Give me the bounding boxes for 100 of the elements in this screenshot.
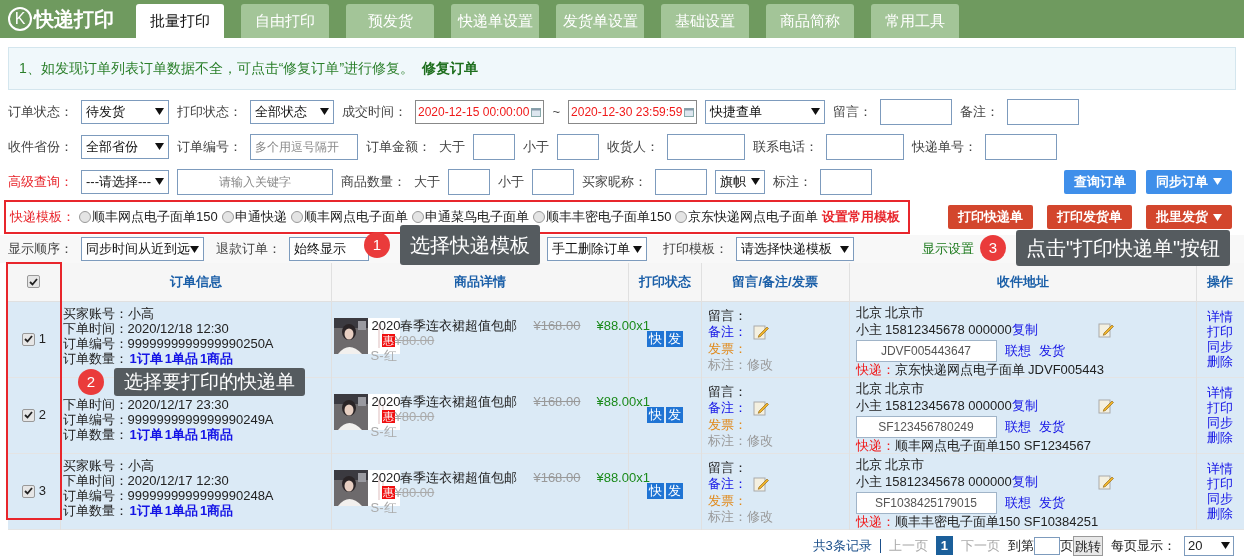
associate-link[interactable]: 联想 bbox=[1004, 343, 1031, 358]
field-label: 备注： bbox=[960, 102, 1000, 121]
action-link[interactable]: 删除 bbox=[1207, 354, 1234, 369]
input-field[interactable] bbox=[880, 98, 953, 125]
input-field[interactable] bbox=[448, 168, 490, 195]
dropdown[interactable]: 待发货 bbox=[81, 99, 169, 124]
ship-link[interactable]: 发货 bbox=[1038, 419, 1065, 434]
input-field[interactable] bbox=[985, 133, 1057, 160]
input-field[interactable] bbox=[473, 133, 515, 160]
input-field[interactable] bbox=[1007, 98, 1080, 125]
input-field[interactable] bbox=[820, 168, 872, 195]
action-button[interactable]: 批里发货 bbox=[1146, 205, 1232, 229]
dropdown[interactable]: 旗帜 bbox=[715, 169, 765, 194]
associate-link[interactable]: 联想 bbox=[1004, 419, 1031, 434]
caret-icon bbox=[633, 245, 642, 253]
edit-icon[interactable] bbox=[752, 399, 769, 416]
radio-button[interactable] bbox=[290, 211, 303, 223]
nav-tab[interactable]: 批量打印 bbox=[136, 4, 224, 38]
radio-button[interactable] bbox=[675, 211, 688, 223]
checkbox[interactable] bbox=[21, 484, 35, 498]
count-link[interactable]: 1订单 bbox=[129, 426, 163, 442]
dropdown[interactable]: ---请选择--- bbox=[81, 169, 169, 194]
print-status-badge: 发 bbox=[665, 407, 683, 423]
edit-icon[interactable] bbox=[1097, 397, 1114, 414]
notice-text: 1、如发现订单列表订单数据不全，可点击“修复订单”进行修复。 bbox=[19, 59, 415, 78]
edit-icon[interactable] bbox=[752, 475, 769, 492]
checkbox[interactable] bbox=[27, 275, 41, 289]
copy-link[interactable]: 复制 bbox=[1011, 398, 1038, 413]
action-link[interactable]: 打印 bbox=[1207, 324, 1234, 339]
template-settings-link[interactable]: 设置常用模板 bbox=[822, 207, 901, 227]
tracking-field[interactable]: SF123456780249 bbox=[855, 415, 997, 438]
count-link[interactable]: 1单品 bbox=[164, 426, 198, 442]
edit-icon[interactable] bbox=[1097, 321, 1114, 338]
tracking-field[interactable]: SF1038425179015 bbox=[855, 491, 997, 514]
caret-icon bbox=[155, 178, 164, 185]
field-label: 订单金额： bbox=[366, 137, 431, 156]
field-label: 快递模板： bbox=[10, 208, 75, 227]
action-link[interactable]: 删除 bbox=[1207, 506, 1234, 521]
count-link[interactable]: 1商品 bbox=[199, 350, 234, 366]
dropdown[interactable]: 始终显示 bbox=[289, 237, 369, 261]
input-field[interactable] bbox=[557, 133, 599, 160]
radio-button[interactable] bbox=[221, 211, 234, 223]
address-text: 小主 15812345678 000000 bbox=[855, 474, 1012, 489]
ship-link[interactable]: 发货 bbox=[1038, 343, 1065, 358]
checkbox[interactable] bbox=[21, 408, 35, 422]
dropdown[interactable]: 全部状态 bbox=[250, 99, 334, 124]
input-field[interactable] bbox=[655, 168, 707, 195]
action-link[interactable]: 详情 bbox=[1207, 385, 1234, 400]
action-link[interactable]: 同步 bbox=[1207, 415, 1234, 430]
order-info-text: 订单数量： bbox=[62, 426, 128, 442]
input-field[interactable] bbox=[532, 168, 574, 195]
express-text: 顺丰丰密电子面单150 SF10384251 bbox=[894, 513, 1099, 529]
date-field[interactable]: 2020-12-15 00:00:00 bbox=[415, 99, 545, 124]
edit-icon[interactable] bbox=[752, 323, 769, 340]
action-link[interactable]: 删除 bbox=[1207, 430, 1234, 445]
count-link[interactable]: 1商品 bbox=[199, 502, 234, 518]
page-number[interactable]: 1 bbox=[935, 535, 953, 556]
action-button[interactable]: 打印发货单 bbox=[1047, 205, 1132, 229]
dropdown[interactable]: 请选择快递模板 bbox=[736, 237, 854, 261]
column-header: 商品详情 bbox=[453, 274, 506, 289]
ship-link[interactable]: 发货 bbox=[1038, 495, 1065, 510]
copy-link[interactable]: 复制 bbox=[1011, 322, 1038, 337]
copy-link[interactable]: 复制 bbox=[1011, 474, 1038, 489]
action-link[interactable]: 同步 bbox=[1207, 339, 1234, 354]
count-link[interactable]: 1订单 bbox=[129, 502, 163, 518]
repair-link[interactable]: 修复订单 bbox=[422, 58, 479, 79]
page-input[interactable] bbox=[1034, 536, 1060, 555]
dropdown[interactable]: 同步时间从近到远 bbox=[81, 237, 204, 261]
display-settings-link[interactable]: 显示设置 bbox=[922, 239, 974, 259]
field-label: 大于 bbox=[414, 172, 440, 191]
count-link[interactable]: 1单品 bbox=[164, 350, 198, 366]
associate-link[interactable]: 联想 bbox=[1004, 495, 1031, 510]
radio-button[interactable] bbox=[532, 211, 545, 223]
action-link[interactable]: 详情 bbox=[1207, 461, 1234, 476]
input-field[interactable]: 多个用逗号隔开 bbox=[250, 133, 358, 160]
input-field[interactable]: 请输入关键字 bbox=[177, 168, 333, 195]
count-link[interactable]: 1商品 bbox=[199, 426, 234, 442]
count-link[interactable]: 1单品 bbox=[164, 502, 198, 518]
action-link[interactable]: 打印 bbox=[1207, 400, 1234, 415]
edit-icon[interactable] bbox=[1097, 473, 1114, 490]
dropdown[interactable]: 手工删除订单 bbox=[547, 237, 647, 261]
dropdown[interactable]: 快捷查单 bbox=[705, 99, 826, 124]
dropdown[interactable]: 全部省份 bbox=[81, 134, 169, 159]
order-info-text: 买家账号：小高 bbox=[62, 305, 155, 321]
date-field[interactable]: 2020-12-30 23:59:59 bbox=[568, 99, 698, 124]
action-link[interactable]: 详情 bbox=[1207, 309, 1234, 324]
action-link[interactable]: 打印 bbox=[1207, 476, 1234, 491]
per-page-dropdown[interactable]: 20 bbox=[1184, 535, 1234, 556]
action-link[interactable]: 同步 bbox=[1207, 491, 1234, 506]
radio-button[interactable] bbox=[79, 211, 91, 223]
count-link[interactable]: 1订单 bbox=[129, 350, 163, 366]
radio-button[interactable] bbox=[411, 211, 424, 223]
field-label: 标注： bbox=[773, 172, 812, 191]
caret-icon bbox=[155, 143, 164, 150]
action-button[interactable]: 打印快递单 bbox=[948, 205, 1033, 229]
jump-button[interactable]: 跳转 bbox=[1073, 535, 1103, 556]
input-field[interactable] bbox=[826, 133, 904, 160]
checkbox[interactable] bbox=[21, 332, 35, 346]
input-field[interactable] bbox=[667, 133, 745, 160]
tracking-field[interactable]: JDVF005443647 bbox=[855, 339, 997, 362]
